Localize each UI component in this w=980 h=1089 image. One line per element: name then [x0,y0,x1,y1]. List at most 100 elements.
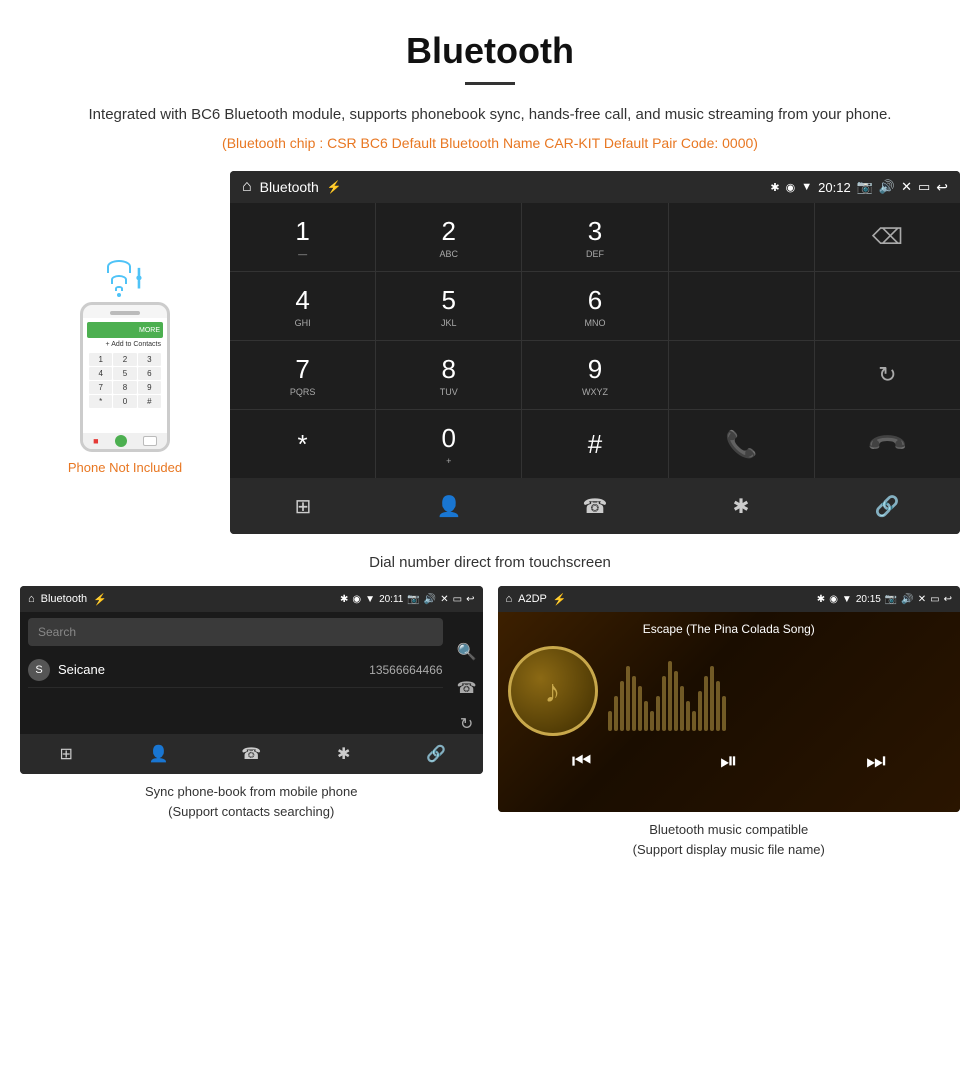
music-play-btn[interactable]: ⏯ [720,748,738,774]
nav-link[interactable]: 🔗 [814,478,960,534]
dial-refresh[interactable]: ↻ [815,341,960,409]
arc-dot [117,293,121,297]
music-caption-text: Bluetooth music compatible(Support displ… [633,822,825,857]
viz-bar-5 [638,686,642,731]
music-album-art: ♪ [508,646,598,736]
dial-call-green[interactable]: 📞 [669,410,814,478]
dial-key-4[interactable]: 4 GHI [230,272,375,340]
key-6: 6 [138,367,161,380]
nav-phone[interactable]: ☎ [522,478,668,534]
pb-nav-link[interactable]: 🔗 [390,734,483,774]
pb-time: 20:11 [379,594,403,605]
viz-bar-12 [680,686,684,731]
dial-key-5[interactable]: 5 JKL [376,272,521,340]
phonebook-bottom-nav: ⊞ 👤 ☎ ✱ 🔗 [20,734,483,774]
pb-search-icon[interactable]: 🔍 [457,642,477,662]
music-win-icon: ▭ [930,594,939,605]
phonebook-search-bar[interactable]: Search [28,618,443,646]
pb-call-icon[interactable]: ☎ [457,678,477,698]
nav-contacts[interactable]: 👤 [376,478,522,534]
signal-container: ⍿ [107,260,142,297]
phonebook-content: Search S Seicane 13566664466 [20,612,483,734]
dial-key-6[interactable]: 6 MNO [522,272,667,340]
phone-screen: MORE + Add to Contacts 1 2 3 4 5 6 7 8 9… [83,318,167,433]
music-main-area: ♪ [508,646,951,736]
pb-back-icon[interactable]: ↩ [466,594,474,605]
phonebook-panel: ⌂ Bluetooth ⚡ ✱ ◉ ▼ 20:11 📷 🔊 ✕ ▭ ↩ [20,586,483,859]
music-back-icon[interactable]: ↩ [944,594,952,605]
phonebook-caption-text: Sync phone-book from mobile phone(Suppor… [145,784,357,819]
dial-key-8[interactable]: 8 TUV [376,341,521,409]
camera-icon[interactable]: 📷 [857,179,873,195]
contact-row: S Seicane 13566664466 [28,652,443,688]
dial-empty-2 [669,272,814,340]
phone-illustration: ⍿ MORE + Add to Contacts 1 2 3 4 5 6 7 8 [20,171,230,534]
back-icon[interactable]: ↩ [936,179,948,196]
music-prev-btn[interactable]: ⏮ [572,748,592,774]
pb-x-icon: ✕ [440,594,448,605]
dial-backspace[interactable]: ⌫ [815,203,960,271]
key-5: 5 [113,367,136,380]
usb-icon: ⚡ [327,180,342,194]
music-controls: ⏮ ⏯ ⏭ [508,736,951,782]
dial-key-star[interactable]: * [230,410,375,478]
music-note-icon: ♪ [545,673,561,710]
phone-screen-bar: MORE [87,322,163,338]
phonebook-statusbar: ⌂ Bluetooth ⚡ ✱ ◉ ▼ 20:11 📷 🔊 ✕ ▭ ↩ [20,586,483,612]
nav-bluetooth[interactable]: ✱ [668,478,814,534]
status-right: ✱ ◉ ▼ 20:12 📷 🔊 ✕ ▭ ↩ [770,179,948,196]
dial-key-9[interactable]: 9 WXYZ [522,341,667,409]
dial-call-red[interactable]: 📞 [815,410,960,478]
key-7: 7 [89,381,112,394]
phone-home-btn [143,436,157,446]
bluetooth-symbol: ⍿ [135,265,142,293]
pb-refresh-icon[interactable]: ↻ [460,714,473,734]
pb-home-icon[interactable]: ⌂ [28,593,35,605]
dial-key-hash[interactable]: # [522,410,667,478]
viz-bar-0 [608,711,612,731]
pb-nav-phone[interactable]: ☎ [205,734,298,774]
key-1: 1 [89,353,112,366]
pb-nav-bluetooth[interactable]: ✱ [298,734,391,774]
pb-nav-contacts[interactable]: 👤 [113,734,206,774]
viz-bar-14 [692,711,696,731]
dial-empty-1 [669,203,814,271]
dialpad-grid: 1 — 2 ABC 3 DEF ⌫ 4 GHI 5 JKL [230,203,960,478]
key-0: 0 [113,395,136,408]
dial-key-3[interactable]: 3 DEF [522,203,667,271]
viz-bar-8 [656,696,660,731]
dial-key-1[interactable]: 1 — [230,203,375,271]
music-bt-icon: ✱ [817,594,825,605]
window-icon[interactable]: ▭ [918,179,930,195]
music-loc-icon: ◉ [829,594,838,605]
dial-key-0[interactable]: 0 + [376,410,521,478]
contact-name: Seicane [58,662,369,677]
description-text: Integrated with BC6 Bluetooth module, su… [60,103,920,127]
dial-statusbar: ⌂ Bluetooth ⚡ ✱ ◉ ▼ 20:12 📷 🔊 ✕ ▭ ↩ [230,171,960,203]
key-star: * [89,395,112,408]
close-icon[interactable]: ✕ [901,179,912,195]
pb-vol-icon: 🔊 [424,594,436,605]
pb-loc-icon: ◉ [352,594,361,605]
pb-cam-icon: 📷 [407,594,419,605]
pb-title: Bluetooth [41,593,87,605]
music-screen: ⌂ A2DP ⚡ ✱ ◉ ▼ 20:15 📷 🔊 ✕ ▭ ↩ [498,586,961,812]
dial-key-2[interactable]: 2 ABC [376,203,521,271]
viz-bar-9 [662,676,666,731]
dial-key-7[interactable]: 7 PQRS [230,341,375,409]
viz-bar-10 [668,661,672,731]
main-demo-area: ⍿ MORE + Add to Contacts 1 2 3 4 5 6 7 8 [0,171,980,534]
key-8: 8 [113,381,136,394]
dial-empty-4 [669,341,814,409]
viz-bar-4 [632,676,636,731]
music-home-icon[interactable]: ⌂ [506,593,513,605]
volume-icon[interactable]: 🔊 [879,179,895,195]
pb-nav-keypad[interactable]: ⊞ [20,734,113,774]
phonebook-main: Search S Seicane 13566664466 [20,612,451,734]
music-next-btn[interactable]: ⏭ [866,748,886,774]
pb-usb-icon: ⚡ [93,593,107,606]
bt-status-icon: ✱ [770,181,779,194]
home-icon[interactable]: ⌂ [242,178,252,196]
viz-bar-18 [716,681,720,731]
nav-keypad[interactable]: ⊞ [230,478,376,534]
